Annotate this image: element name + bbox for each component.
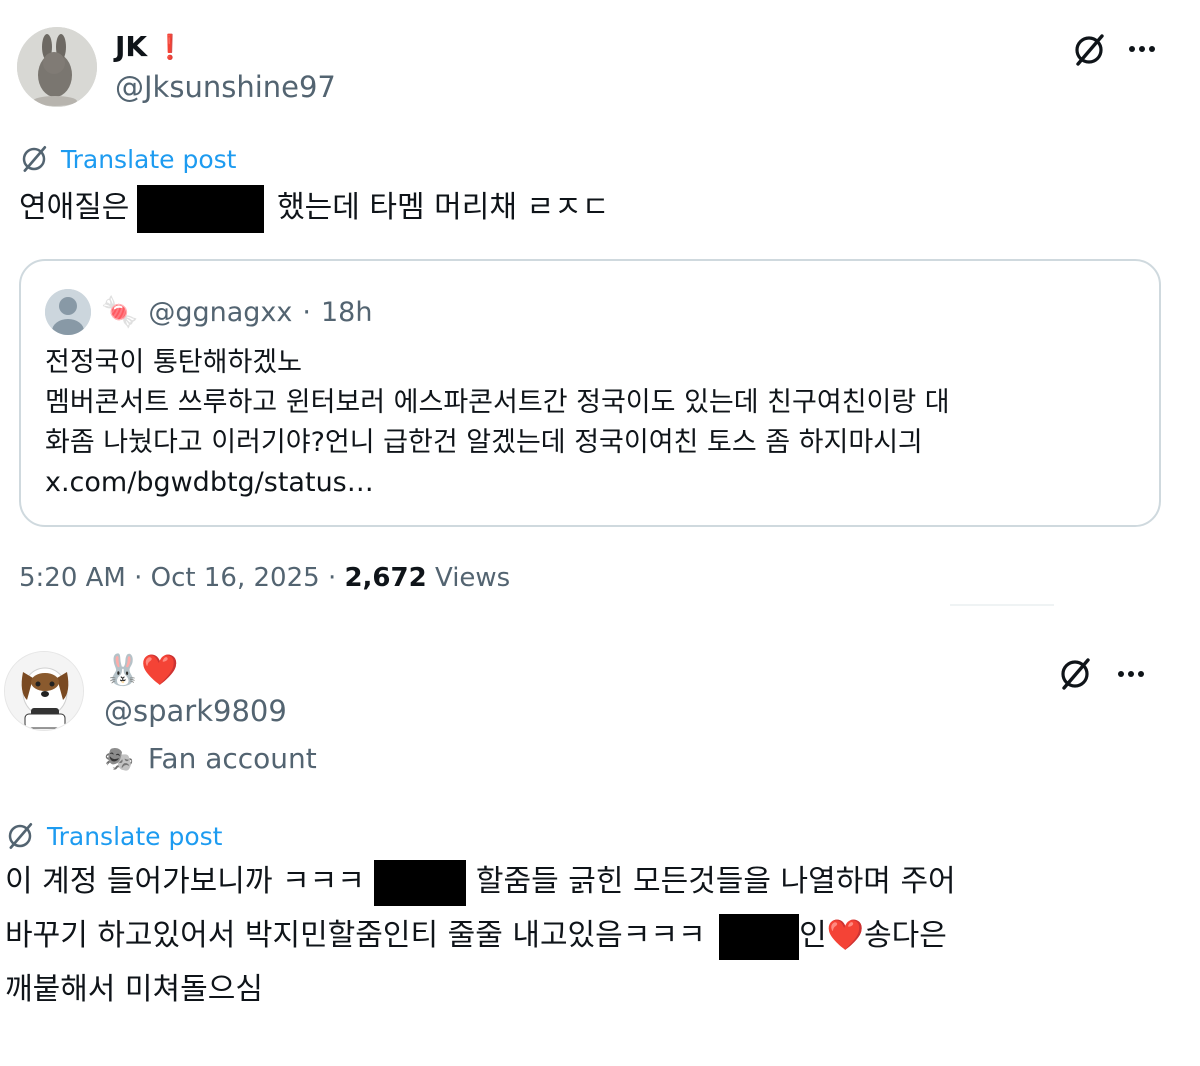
quoted-link[interactable]: x.com/bgwdbtg/status… [45,463,950,503]
user-handle[interactable]: @spark9809 [104,694,287,728]
default-avatar-icon[interactable] [45,289,91,335]
translate-post-link[interactable]: Translate post [19,144,236,174]
avatar-spark[interactable] [4,651,84,731]
views-label: Views [434,563,511,593]
divider [950,604,1054,606]
display-name[interactable]: JK [115,30,147,63]
fan-account-label: 🎭 Fan account [104,742,317,775]
post-date[interactable]: Oct 16, 2025 [151,563,320,593]
translate-icon [22,146,47,172]
quoted-separator: · [302,296,311,328]
quoted-time[interactable]: 18h [321,297,372,328]
translate-label[interactable]: Translate post [61,145,236,174]
quoted-post[interactable]: 🍬 @ggnagxx · 18h 전정국이 통탄해하겠노 멤버콘서트 쓰루하고 … [19,259,1161,527]
more-icon[interactable] [1124,34,1160,64]
translate-label[interactable]: Translate post [47,822,222,851]
translate-icon [8,823,33,849]
redaction-box [719,913,800,960]
grok-icon[interactable] [1069,30,1109,70]
translate-post-link[interactable]: Translate post [5,821,222,851]
display-name-emoji[interactable]: 🐰❤️ [104,653,179,688]
more-icon[interactable] [1113,659,1149,689]
post-text: 연애질은 ㅂ 했는데 타멤 머리채 ㄹㅈㄷ [19,181,609,235]
post-meta: 5:20 AM · Oct 16, 2025 · 2,672 Views [19,563,511,593]
fan-account-icon: 🎭 [104,744,134,773]
red-heart-emoji: ❤️ [826,918,865,953]
grok-icon[interactable] [1055,654,1095,694]
redaction-box [136,184,264,233]
exclamation-badge: ❗ [155,32,186,61]
candy-emoji: 🍬 [101,294,139,330]
post-text: 이 계정 들어가보니까 ㅋㅋㅋ 할줌들 긁힌 모든것들을 나열하며 주어 바꾸기… [5,855,1195,1017]
display-name-row[interactable]: JK ❗ [115,30,185,63]
display-name-row[interactable]: 🐰❤️ [104,653,179,688]
redaction-box [374,859,467,906]
user-handle[interactable]: @Jksunshine97 [115,70,336,104]
quoted-post-header: 🍬 @ggnagxx · 18h [45,289,372,335]
avatar-jk[interactable] [17,27,97,107]
views-count: 2,672 [344,563,427,593]
quoted-handle[interactable]: @ggnagxx [148,297,292,328]
post-time[interactable]: 5:20 AM [19,563,126,593]
quoted-text: 전정국이 통탄해하겠노 멤버콘서트 쓰루하고 윈터보러 에스파콘서트간 정국이도… [45,343,950,503]
